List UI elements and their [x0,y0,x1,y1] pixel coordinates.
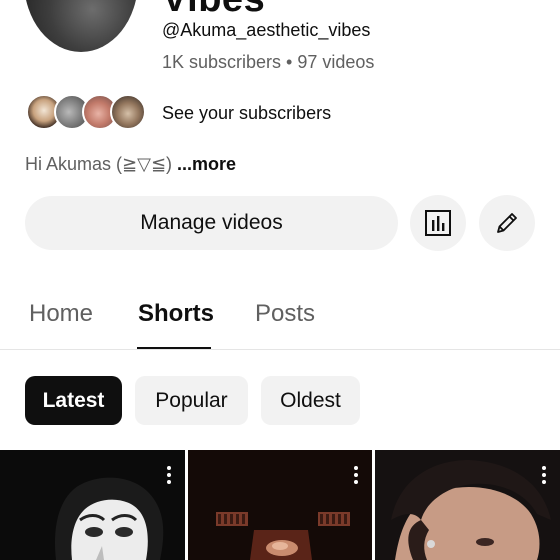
subscriber-avatars[interactable] [26,94,150,132]
analytics-icon [425,210,451,236]
more-vert-icon[interactable] [542,466,546,484]
tab-posts[interactable]: Posts [255,300,315,328]
thumbnail-image [0,450,185,560]
channel-title: Vibes [162,0,265,21]
channel-handle: @Akuma_aesthetic_vibes [162,20,371,40]
more-vert-icon[interactable] [354,466,358,484]
thumbnail-image [375,450,560,560]
edit-channel-button[interactable] [479,195,535,251]
chip-popular[interactable]: Popular [135,376,248,425]
see-subscribers-link[interactable]: See your subscribers [162,103,331,124]
tabs-divider [0,349,560,350]
chip-oldest[interactable]: Oldest [261,376,360,425]
short-thumbnail[interactable] [0,450,185,560]
pencil-edit-icon [497,213,517,233]
manage-videos-button[interactable]: Manage videos [25,196,398,250]
channel-description[interactable]: Hi Akumas (≧▽≦) ...more [25,154,236,175]
tab-shorts[interactable]: Shorts [138,300,214,328]
chip-latest[interactable]: Latest [25,376,122,425]
short-thumbnail[interactable] [375,450,560,560]
subscriber-avatar [110,94,146,130]
more-link[interactable]: ...more [177,154,236,174]
more-vert-icon[interactable] [167,466,171,484]
tab-home[interactable]: Home [29,300,93,328]
channel-stats: 1K subscribers • 97 videos [162,52,375,72]
description-text: Hi Akumas (≧▽≦) [25,154,173,174]
analytics-button[interactable] [410,195,466,251]
thumbnail-image [188,450,372,560]
channel-avatar[interactable] [24,0,138,52]
short-thumbnail[interactable] [188,450,372,560]
